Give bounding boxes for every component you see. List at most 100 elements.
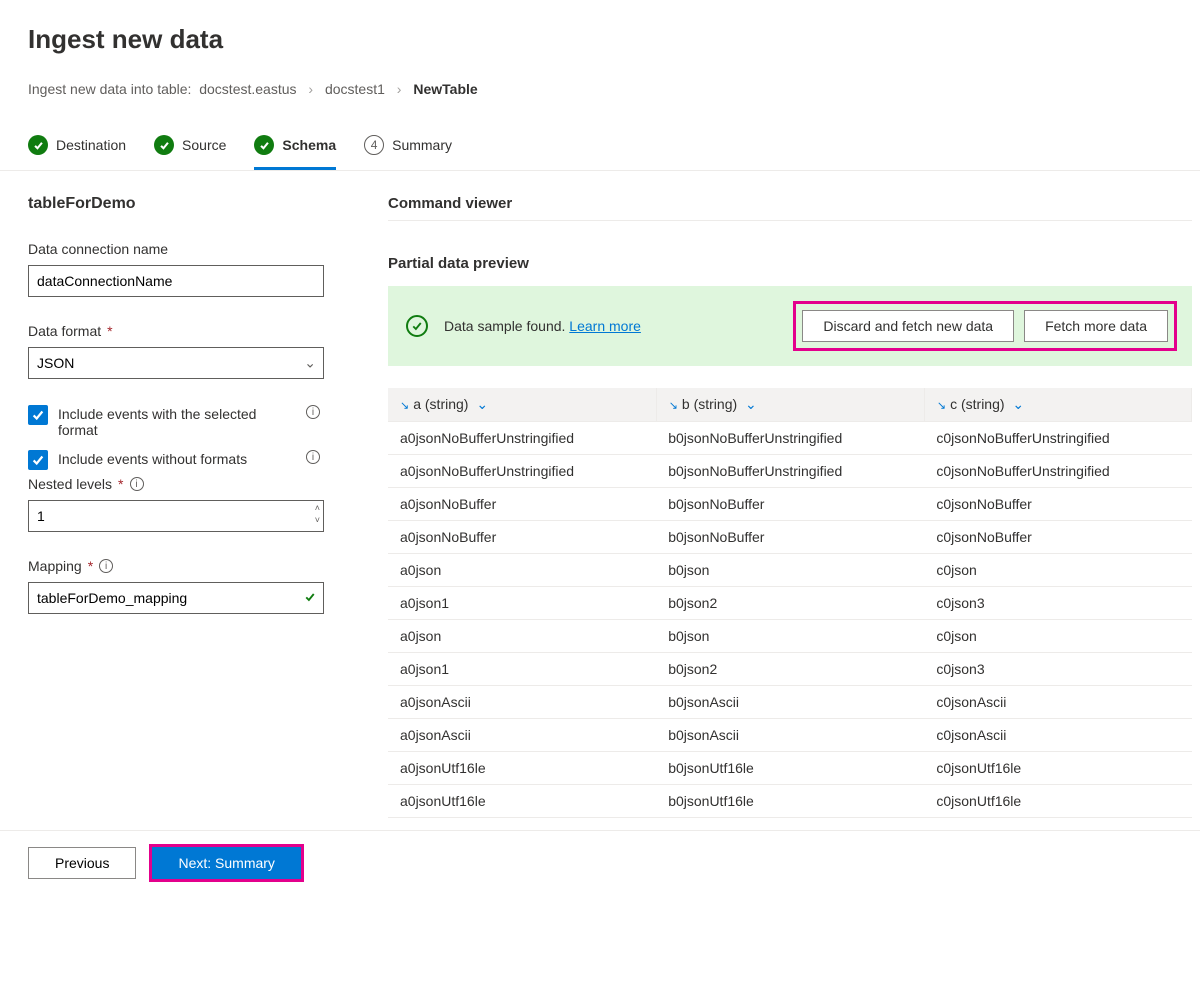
table-cell: b0jsonNoBuffer [656,521,924,554]
chevron-right-icon: › [308,81,313,97]
table-cell: b0json [656,554,924,587]
info-icon[interactable]: i [130,477,144,491]
table-cell: b0jsonAscii [656,686,924,719]
table-cell: a0jsonNoBuffer [388,488,656,521]
column-header-a[interactable]: ↘a (string) ⌄ [388,388,656,422]
breadcrumb-part-0[interactable]: docstest.eastus [199,81,296,97]
breadcrumb-part-1[interactable]: docstest1 [325,81,385,97]
step-schema[interactable]: Schema [254,135,336,170]
table-cell: c0jsonNoBufferUnstringified [924,422,1191,455]
table-cell: b0jsonNoBufferUnstringified [656,455,924,488]
step-summary[interactable]: 4 Summary [364,135,452,170]
table-cell: a0jsonUtf16le [388,752,656,785]
table-cell: b0json2 [656,653,924,686]
nested-levels-input[interactable] [28,500,324,532]
banner-actions-highlight: Discard and fetch new data Fetch more da… [796,304,1174,348]
data-format-select[interactable] [28,347,324,379]
include-selected-format-label: Include events with the selected format [58,405,298,438]
column-header-b[interactable]: ↘b (string) ⌄ [656,388,924,422]
table-cell: a0json [388,554,656,587]
connection-name-input[interactable] [28,265,324,297]
step-label: Destination [56,137,126,153]
include-selected-format-checkbox[interactable] [28,405,48,425]
sidebar-title: tableForDemo [28,195,348,213]
connection-name-label: Data connection name [28,241,348,257]
table-row: a0jsonNoBufferUnstringifiedb0jsonNoBuffe… [388,422,1192,455]
column-header-c[interactable]: ↘c (string) ⌄ [924,388,1191,422]
breadcrumb: Ingest new data into table: docstest.eas… [28,81,1172,97]
table-cell: c0json3 [924,587,1191,620]
success-icon [406,315,428,337]
wizard-steps: Destination Source Schema 4 Summary [0,135,1200,171]
breadcrumb-part-2: NewTable [413,81,477,97]
table-cell: a0json1 [388,587,656,620]
data-format-label: Data format * [28,323,348,339]
breadcrumb-prefix: Ingest new data into table: [28,81,191,97]
table-row: a0jsonNoBufferb0jsonNoBufferc0jsonNoBuff… [388,488,1192,521]
next-summary-button[interactable]: Next: Summary [152,847,300,879]
chevron-down-icon: ⌄ [1009,396,1025,412]
table-cell: c0jsonUtf16le [924,752,1191,785]
table-cell: c0json3 [924,653,1191,686]
discard-fetch-button[interactable]: Discard and fetch new data [802,310,1014,342]
spinner-down-icon[interactable]: ˅ [315,514,320,526]
page-title: Ingest new data [28,24,1172,55]
step-check-icon [154,135,174,155]
partial-data-preview-title: Partial data preview [388,255,1192,272]
table-cell: a0json [388,620,656,653]
table-cell: c0jsonAscii [924,719,1191,752]
chevron-right-icon: › [397,81,402,97]
info-icon[interactable]: i [99,559,113,573]
command-viewer-title: Command viewer [388,195,1192,212]
table-cell: b0jsonNoBufferUnstringified [656,422,924,455]
table-row: a0jsonNoBufferUnstringifiedb0jsonNoBuffe… [388,455,1192,488]
spinner-up-icon[interactable]: ˄ [315,502,320,514]
table-cell: b0jsonUtf16le [656,785,924,818]
include-without-formats-checkbox[interactable] [28,450,48,470]
table-cell: c0json [924,554,1191,587]
chevron-down-icon: ⌄ [472,396,488,412]
table-cell: c0json [924,620,1191,653]
table-cell: b0json2 [656,587,924,620]
table-cell: a0jsonUtf16le [388,785,656,818]
step-check-icon [28,135,48,155]
table-row: a0jsonAsciib0jsonAsciic0jsonAscii [388,719,1192,752]
table-row: a0jsonb0jsonc0json [388,620,1192,653]
step-label: Schema [282,137,336,153]
table-cell: a0jsonNoBufferUnstringified [388,422,656,455]
table-row: a0jsonNoBufferb0jsonNoBufferc0jsonNoBuff… [388,521,1192,554]
info-icon[interactable]: i [306,450,320,464]
data-preview-table: ↘a (string) ⌄↘b (string) ⌄↘c (string) ⌄ … [388,388,1192,818]
banner-text: Data sample found. [444,318,565,334]
nested-levels-label: Nested levels * i [28,476,348,492]
table-cell: a0jsonNoBuffer [388,521,656,554]
previous-button[interactable]: Previous [28,847,136,879]
mapping-input[interactable] [28,582,324,614]
step-destination[interactable]: Destination [28,135,126,170]
table-cell: b0jsonUtf16le [656,752,924,785]
column-type-icon: ↘ [669,400,678,412]
learn-more-link[interactable]: Learn more [569,318,641,334]
table-cell: c0jsonNoBuffer [924,488,1191,521]
step-number-icon: 4 [364,135,384,155]
include-without-formats-label: Include events without formats [58,450,247,467]
column-type-icon: ↘ [937,400,946,412]
step-source[interactable]: Source [154,135,226,170]
table-cell: c0jsonNoBufferUnstringified [924,455,1191,488]
table-row: a0jsonUtf16leb0jsonUtf16lec0jsonUtf16le [388,752,1192,785]
table-cell: b0jsonNoBuffer [656,488,924,521]
table-cell: a0json1 [388,653,656,686]
info-icon[interactable]: i [306,405,320,419]
step-check-icon [254,135,274,155]
mapping-label: Mapping * i [28,558,348,574]
table-row: a0jsonUtf16leb0jsonUtf16lec0jsonUtf16le [388,785,1192,818]
check-icon [304,590,316,606]
step-label: Summary [392,137,452,153]
table-cell: c0jsonUtf16le [924,785,1191,818]
table-row: a0jsonAsciib0jsonAsciic0jsonAscii [388,686,1192,719]
fetch-more-button[interactable]: Fetch more data [1024,310,1168,342]
table-row: a0jsonb0jsonc0json [388,554,1192,587]
table-cell: b0jsonAscii [656,719,924,752]
data-sample-banner: Data sample found. Learn more Discard an… [388,286,1192,366]
chevron-down-icon: ⌄ [741,396,757,412]
